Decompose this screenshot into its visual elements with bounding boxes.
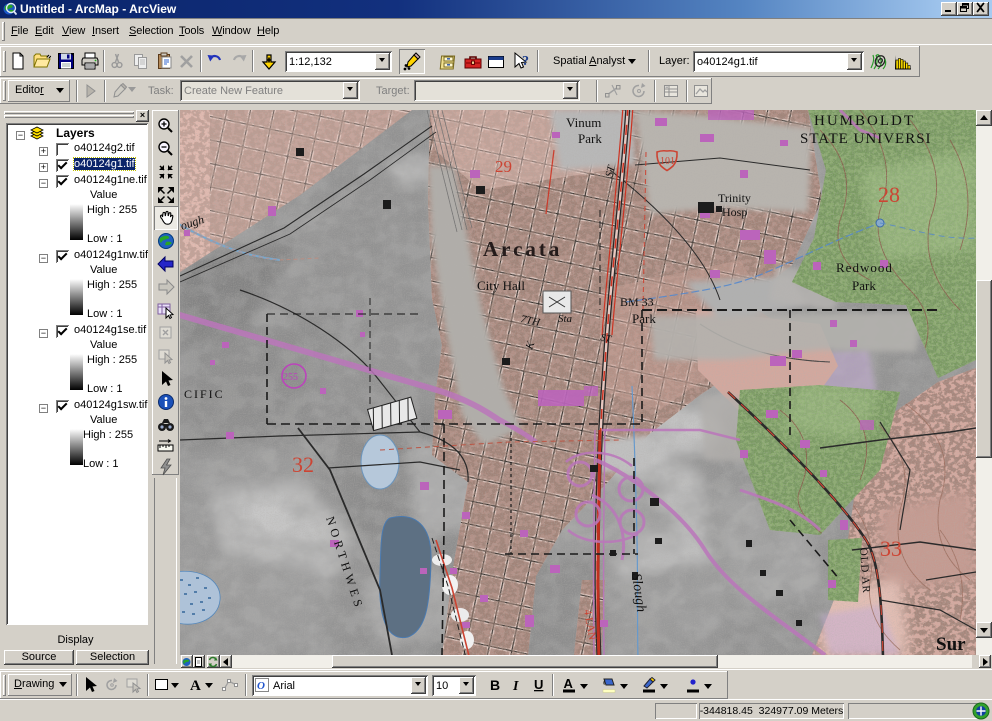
svg-text:Hosp: Hosp [722,205,747,219]
svg-text:City Hall: City Hall [477,278,525,293]
svg-text:Vinum: Vinum [566,115,601,130]
svg-text:CIFIC: CIFIC [184,387,225,401]
svg-text:28: 28 [878,182,900,207]
svg-text:Park: Park [632,311,656,326]
svg-text:A: A [564,676,574,691]
svg-text:Redwood: Redwood [836,260,893,275]
svg-text:Park: Park [852,278,876,293]
svg-text:HUMBOLDT: HUMBOLDT [814,113,915,129]
svg-text:29: 29 [495,157,512,176]
svg-text:Trinity: Trinity [718,191,751,205]
svg-text:STATE UNIVERSI: STATE UNIVERSI [800,131,932,147]
svg-text:Sur: Sur [936,634,966,655]
svg-text:Park: Park [578,131,602,146]
svg-text:32: 32 [292,452,314,477]
svg-text:?: ? [522,54,529,69]
svg-text:255: 255 [283,372,298,383]
svg-text:101: 101 [660,156,675,167]
svg-text:O: O [257,680,265,692]
svg-text:I: I [512,679,519,694]
svg-text:33: 33 [880,536,902,561]
svg-text:A: A [190,678,201,694]
svg-text:Sta: Sta [558,313,573,325]
svg-text:Arcata: Arcata [483,237,562,261]
svg-text:U: U [534,677,543,692]
svg-text:BM 33: BM 33 [620,295,654,309]
svg-text:B: B [490,677,500,693]
